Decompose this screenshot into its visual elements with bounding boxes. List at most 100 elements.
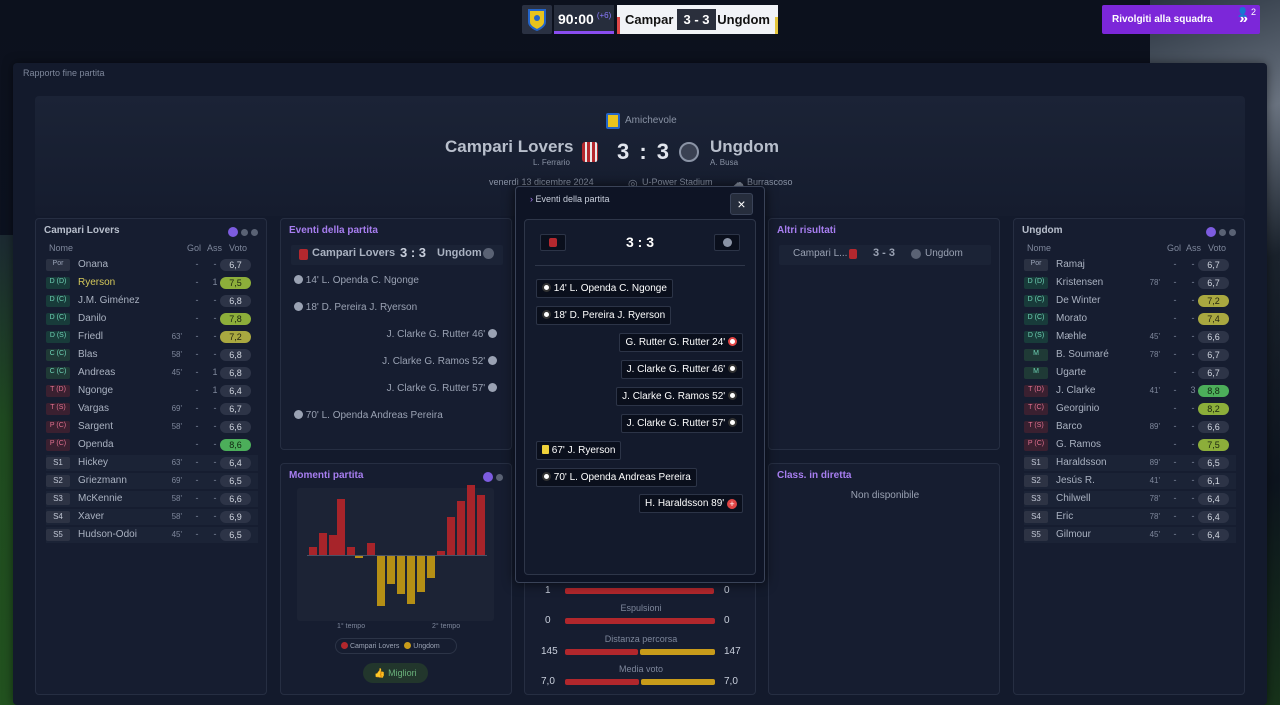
player-row[interactable]: T (S) Vargas 69' - -6,7 xyxy=(46,401,258,417)
popup-event[interactable]: 70' L. Openda Andreas Pereira xyxy=(536,468,697,487)
player-row[interactable]: T (S) Barco 89' - -6,6 xyxy=(1024,419,1236,435)
player-name[interactable]: Haraldsson xyxy=(1056,457,1107,468)
player-row[interactable]: C (C) Andreas 45' - 1 6,8 xyxy=(46,365,258,381)
player-name[interactable]: Hickey xyxy=(78,457,108,468)
player-row[interactable]: D (D) Kristensen 78' - -6,7 xyxy=(1024,275,1236,291)
panel-pager[interactable] xyxy=(1203,227,1236,239)
player-name[interactable]: J. Clarke xyxy=(1056,385,1095,396)
player-row[interactable]: T (D) Ngonge - 1 6,4 xyxy=(46,383,258,399)
panel-pager[interactable] xyxy=(225,227,258,239)
player-row[interactable]: D (C) J.M. Giménez - -6,8 xyxy=(46,293,258,309)
player-name[interactable]: J.M. Giménez xyxy=(78,295,140,306)
player-row[interactable]: S2 Jesús R. 41' - -6,1 xyxy=(1024,473,1236,489)
pager-dot[interactable] xyxy=(1206,227,1216,237)
events-home: Campari Lovers xyxy=(312,247,396,259)
best-moments-button[interactable]: 👍 Migliori xyxy=(363,663,428,683)
player-name[interactable]: G. Ramos xyxy=(1056,439,1101,450)
player-name[interactable]: Georginio xyxy=(1056,403,1099,414)
popup-event[interactable]: J. Clarke G. Rutter 46' xyxy=(620,360,743,379)
pager-dot[interactable] xyxy=(228,227,238,237)
player-name[interactable]: Mæhle xyxy=(1056,331,1087,342)
player-row[interactable]: P (C) Sargent 58' - -6,6 xyxy=(46,419,258,435)
player-row[interactable]: Por Ramaj - -6,7 xyxy=(1024,257,1236,273)
player-name[interactable]: Blas xyxy=(78,349,97,360)
pager-dot[interactable] xyxy=(241,229,248,236)
player-row[interactable]: S1 Haraldsson 89' - -6,5 xyxy=(1024,455,1236,471)
player-row[interactable]: C (C) Blas 58' - -6,8 xyxy=(46,347,258,363)
player-row[interactable]: S4 Eric 78' - -6,4 xyxy=(1024,509,1236,525)
player-row[interactable]: D (S) Mæhle 45' - -6,6 xyxy=(1024,329,1236,345)
player-name[interactable]: Kristensen xyxy=(1056,277,1103,288)
assists: - xyxy=(213,529,217,539)
stat-bar-home xyxy=(565,649,638,655)
player-name[interactable]: McKennie xyxy=(78,493,122,504)
player-name[interactable]: Griezmann xyxy=(78,475,127,486)
team-talk-button[interactable]: Rivolgiti alla squadra » 👤 2 xyxy=(1102,5,1260,34)
player-name[interactable]: Ramaj xyxy=(1056,259,1085,270)
pager-dot[interactable] xyxy=(483,472,493,482)
player-row[interactable]: D (D) Ryerson - 1 7,5 xyxy=(46,275,258,291)
player-row[interactable]: S1 Hickey 63' - -6,4 xyxy=(46,455,258,471)
player-name[interactable]: Hudson-Odoi xyxy=(78,529,137,540)
player-name[interactable]: Barco xyxy=(1056,421,1082,432)
player-name[interactable]: Friedl xyxy=(78,331,103,342)
player-row[interactable]: S3 Chilwell 78' - -6,4 xyxy=(1024,491,1236,507)
pager-dot[interactable] xyxy=(1219,229,1226,236)
moments-pager[interactable] xyxy=(480,472,503,484)
player-row[interactable]: M B. Soumaré 78' - -6,7 xyxy=(1024,347,1236,363)
ball-icon xyxy=(728,418,737,427)
player-name[interactable]: Danilo xyxy=(78,313,106,324)
player-name[interactable]: De Winter xyxy=(1056,295,1100,306)
player-name[interactable]: Ngonge xyxy=(78,385,113,396)
goals: - xyxy=(195,403,199,413)
player-row[interactable]: D (C) Danilo - -7,8 xyxy=(46,311,258,327)
popup-event[interactable]: J. Clarke G. Rutter 57' xyxy=(620,414,743,433)
event-text: 18' D. Pereira J. Ryerson xyxy=(305,302,418,313)
popup-event[interactable]: H. Haraldsson 89' + xyxy=(639,494,743,513)
player-row[interactable]: T (C) Georginio - -8,2 xyxy=(1024,401,1236,417)
player-row[interactable]: S5 Hudson-Odoi 45' - -6,5 xyxy=(46,527,258,543)
event-text: J. Clarke G. Rutter 57' xyxy=(386,383,486,394)
player-name[interactable]: Andreas xyxy=(78,367,115,378)
player-row[interactable]: S2 Griezmann 69' - -6,5 xyxy=(46,473,258,489)
player-row[interactable]: P (C) G. Ramos - -7,5 xyxy=(1024,437,1236,453)
player-name[interactable]: Ugarte xyxy=(1056,367,1086,378)
player-row[interactable]: S3 McKennie 58' - -6,6 xyxy=(46,491,258,507)
player-row[interactable]: S4 Xaver 58' - -6,9 xyxy=(46,509,258,525)
player-row[interactable]: S5 Gilmour 45' - -6,4 xyxy=(1024,527,1236,543)
events-panel-title: Eventi della partita xyxy=(289,225,378,236)
pager-dot[interactable] xyxy=(251,229,258,236)
position-badge: S1 xyxy=(46,457,70,469)
popup-event[interactable]: G. Rutter G. Rutter 24' xyxy=(619,333,743,352)
event-text: 70' L. Openda Andreas Pereira xyxy=(305,410,443,421)
pager-dot[interactable] xyxy=(496,474,503,481)
player-name[interactable]: Onana xyxy=(78,259,108,270)
player-name[interactable]: Vargas xyxy=(78,403,109,414)
pager-dot[interactable] xyxy=(1229,229,1236,236)
people-count: 👤 2 xyxy=(1237,7,1256,17)
player-name[interactable]: Openda xyxy=(78,439,114,450)
player-name[interactable]: Sargent xyxy=(78,421,113,432)
popup-event[interactable]: 67' J. Ryerson xyxy=(536,441,622,460)
popup-event[interactable]: 14' L. Openda C. Ngonge xyxy=(536,279,673,298)
player-name[interactable]: Chilwell xyxy=(1056,493,1090,504)
stat-bar-home xyxy=(565,588,714,594)
player-name[interactable]: Jesús R. xyxy=(1056,475,1095,486)
player-name[interactable]: B. Soumaré xyxy=(1056,349,1109,360)
player-row[interactable]: D (C) De Winter - -7,2 xyxy=(1024,293,1236,309)
player-name[interactable]: Ryerson xyxy=(78,277,115,288)
player-name[interactable]: Morato xyxy=(1056,313,1087,324)
player-row[interactable]: T (D) J. Clarke 41' - 3 8,8 xyxy=(1024,383,1236,399)
popup-event[interactable]: 18' D. Pereira J. Ryerson xyxy=(536,306,672,325)
player-name[interactable]: Eric xyxy=(1056,511,1073,522)
clock-progress xyxy=(554,31,614,34)
player-row[interactable]: P (C) Openda - -8,6 xyxy=(46,437,258,453)
close-button[interactable]: × xyxy=(730,193,753,215)
player-name[interactable]: Xaver xyxy=(78,511,104,522)
player-row[interactable]: D (C) Morato - -7,4 xyxy=(1024,311,1236,327)
player-row[interactable]: M Ugarte - -6,7 xyxy=(1024,365,1236,381)
player-name[interactable]: Gilmour xyxy=(1056,529,1091,540)
player-row[interactable]: D (S) Friedl 63' - -7,2 xyxy=(46,329,258,345)
player-row[interactable]: Por Onana - -6,7 xyxy=(46,257,258,273)
popup-event[interactable]: J. Clarke G. Ramos 52' xyxy=(616,387,743,406)
